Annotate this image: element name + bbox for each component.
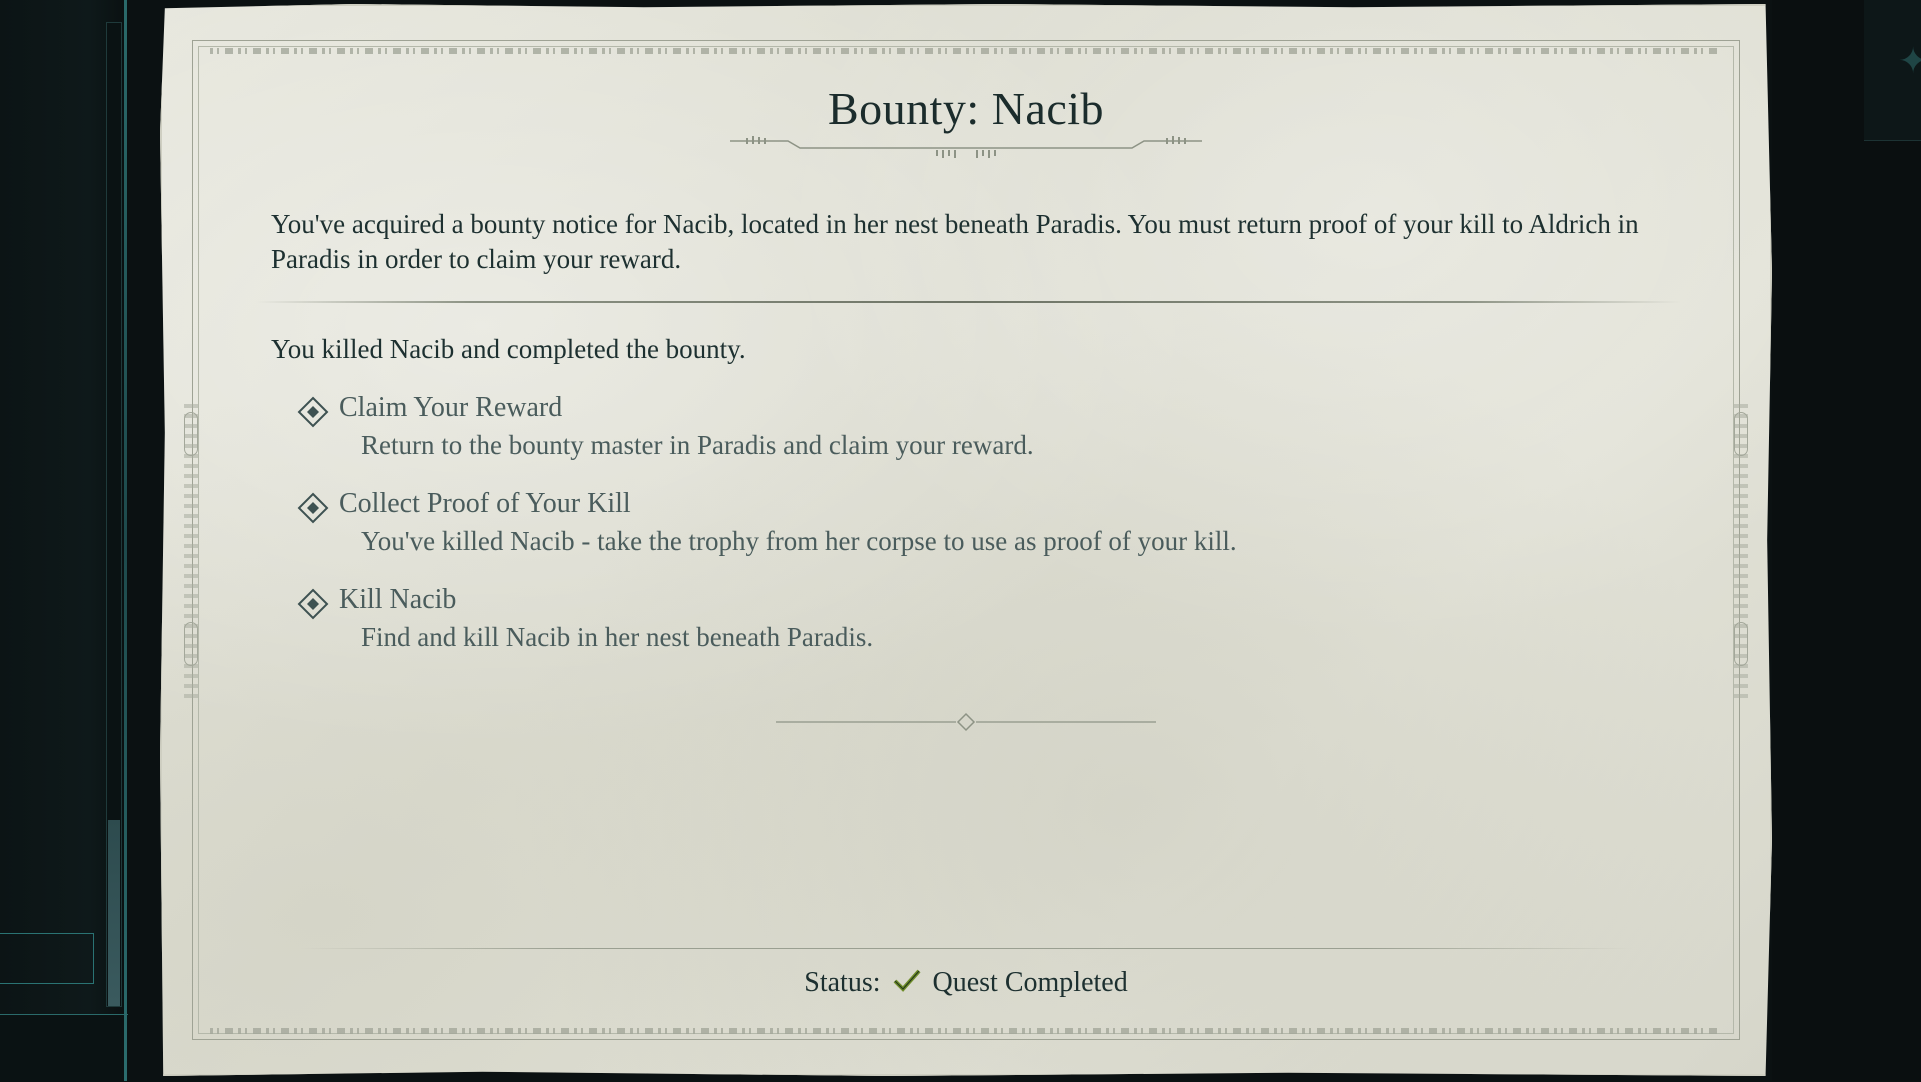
right-border-capsule (1734, 622, 1748, 666)
quest-status: Status: Quest Completed (160, 966, 1772, 999)
objective-list: Claim Your Reward Return to the bounty m… (297, 392, 1597, 680)
objective-item[interactable]: Claim Your Reward Return to the bounty m… (297, 392, 1597, 488)
left-scrollbar-thumb[interactable] (108, 820, 120, 1006)
right-side-panel: ✦ (1772, 0, 1921, 1081)
right-panel-emblem-icon: ✦ (1898, 41, 1921, 81)
left-border-capsule (184, 412, 198, 456)
objective-title: Claim Your Reward (339, 392, 563, 423)
bounty-description: You've acquired a bounty notice for Naci… (271, 209, 1639, 274)
objective-title: Kill Nacib (339, 584, 457, 615)
left-panel-slot[interactable] (0, 933, 94, 984)
left-side-panel (0, 0, 128, 1082)
left-border-capsule (184, 622, 198, 666)
bounty-title: Bounty: Nacib (827, 83, 1105, 134)
left-panel-edge (124, 0, 127, 1081)
bounty-summary: You killed Nacib and completed the bount… (271, 334, 746, 364)
diamond-objective-icon (297, 396, 329, 428)
objective-item[interactable]: Kill Nacib Find and kill Nacib in her ne… (297, 584, 1597, 680)
objective-title: Collect Proof of Your Kill (339, 488, 631, 519)
right-border-capsule (1734, 412, 1748, 456)
status-divider (300, 948, 1632, 949)
left-panel-footer (0, 1014, 128, 1082)
objective-description: You've killed Nacib - take the trophy fr… (361, 526, 1237, 556)
check-icon (893, 969, 921, 992)
status-label: Status: (804, 967, 881, 998)
diamond-objective-icon (297, 588, 329, 620)
title-ornament (730, 136, 1202, 158)
objective-item[interactable]: Collect Proof of Your Kill You've killed… (297, 488, 1597, 584)
objective-description: Return to the bounty master in Paradis a… (361, 430, 1034, 460)
end-section-ornament (776, 712, 1156, 732)
diamond-objective-icon (297, 492, 329, 524)
section-divider (256, 301, 1680, 303)
bounty-parchment: Bounty: Nacib You've acquired a bounty n… (160, 4, 1772, 1076)
objective-description: Find and kill Nacib in her nest beneath … (361, 622, 874, 652)
top-border-ornament (210, 48, 1722, 54)
status-value: Quest Completed (932, 967, 1128, 998)
bottom-border-ornament (210, 1028, 1722, 1034)
